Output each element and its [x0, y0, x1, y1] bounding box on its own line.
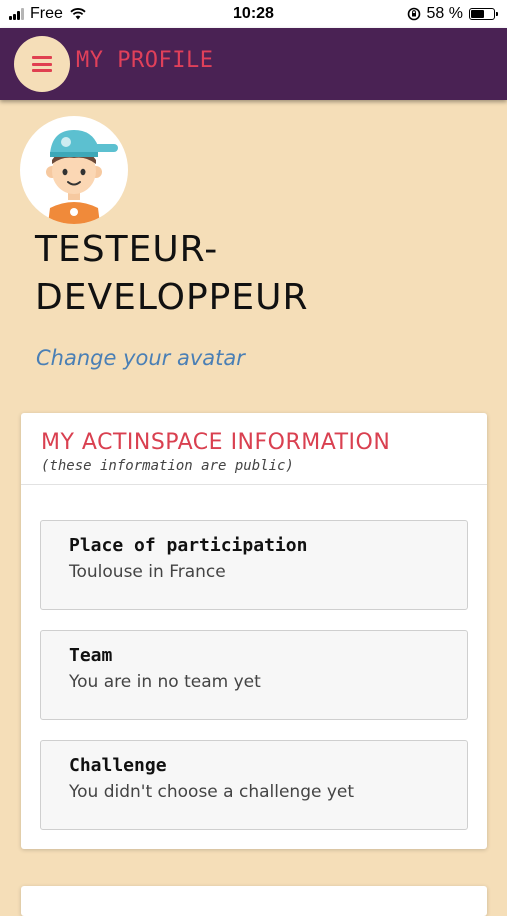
- boy-with-cap-avatar-icon: [46, 130, 118, 224]
- username: TESTEUR- DEVELOPPEUR: [35, 226, 475, 322]
- info-value: You didn't choose a challenge yet: [69, 782, 355, 802]
- hamburger-menu-icon: [32, 56, 52, 72]
- info-value: Toulouse in France: [69, 562, 226, 582]
- change-avatar-link[interactable]: Change your avatar: [36, 346, 245, 370]
- info-place-of-participation: Place of participation Toulouse in Franc…: [40, 520, 468, 610]
- battery-icon: [469, 8, 498, 20]
- info-value: You are in no team yet: [69, 672, 261, 692]
- info-label: Team: [69, 645, 113, 666]
- menu-button[interactable]: [14, 36, 70, 92]
- card-subtitle: (these information are public): [41, 458, 294, 474]
- actinspace-info-card: MY ACTINSPACE INFORMATION (these informa…: [21, 413, 487, 849]
- info-challenge: Challenge You didn't choose a challenge …: [40, 740, 468, 830]
- info-label: Challenge: [69, 755, 167, 776]
- info-team: Team You are in no team yet: [40, 630, 468, 720]
- card-header: MY ACTINSPACE INFORMATION (these informa…: [21, 413, 487, 485]
- next-card: [21, 886, 487, 916]
- card-title: MY ACTINSPACE INFORMATION: [41, 430, 391, 455]
- info-label: Place of participation: [69, 535, 308, 556]
- battery-fill: [471, 10, 484, 18]
- battery-percent: 58 %: [426, 5, 463, 22]
- avatar: [20, 116, 128, 224]
- page-title: MY PROFILE: [76, 48, 214, 73]
- username-text: TESTEUR- DEVELOPPEUR: [35, 229, 309, 318]
- orientation-lock-icon: [407, 7, 420, 21]
- app-bar: MY PROFILE: [0, 28, 507, 100]
- status-bar: Free 10:28 58 %: [0, 0, 507, 28]
- status-right: 58 %: [407, 5, 498, 23]
